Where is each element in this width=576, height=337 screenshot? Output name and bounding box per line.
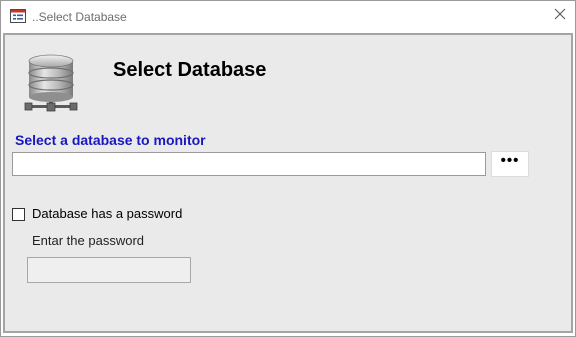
database-prompt-label: Select a database to monitor [15,132,206,148]
password-label: Entar the password [32,233,145,248]
title-bar[interactable]: ..Select Database [1,1,575,32]
window-title: ..Select Database [32,10,127,24]
database-path-input[interactable] [12,152,486,176]
browse-button[interactable]: ••• [491,151,529,177]
database-network-icon [23,53,79,115]
dialog-heading: Select Database [113,59,267,81]
close-icon [554,7,566,25]
password-input[interactable] [27,257,191,283]
close-button[interactable] [549,5,571,27]
form-window-icon [10,9,26,23]
password-checkbox[interactable] [12,208,25,221]
dialog-body: Select Database Select a database to mon… [3,33,573,333]
password-checkbox-label[interactable]: Database has a password [32,205,182,223]
select-database-window: ..Select Database Select Database Select… [0,0,576,337]
ellipsis-icon: ••• [500,152,520,169]
